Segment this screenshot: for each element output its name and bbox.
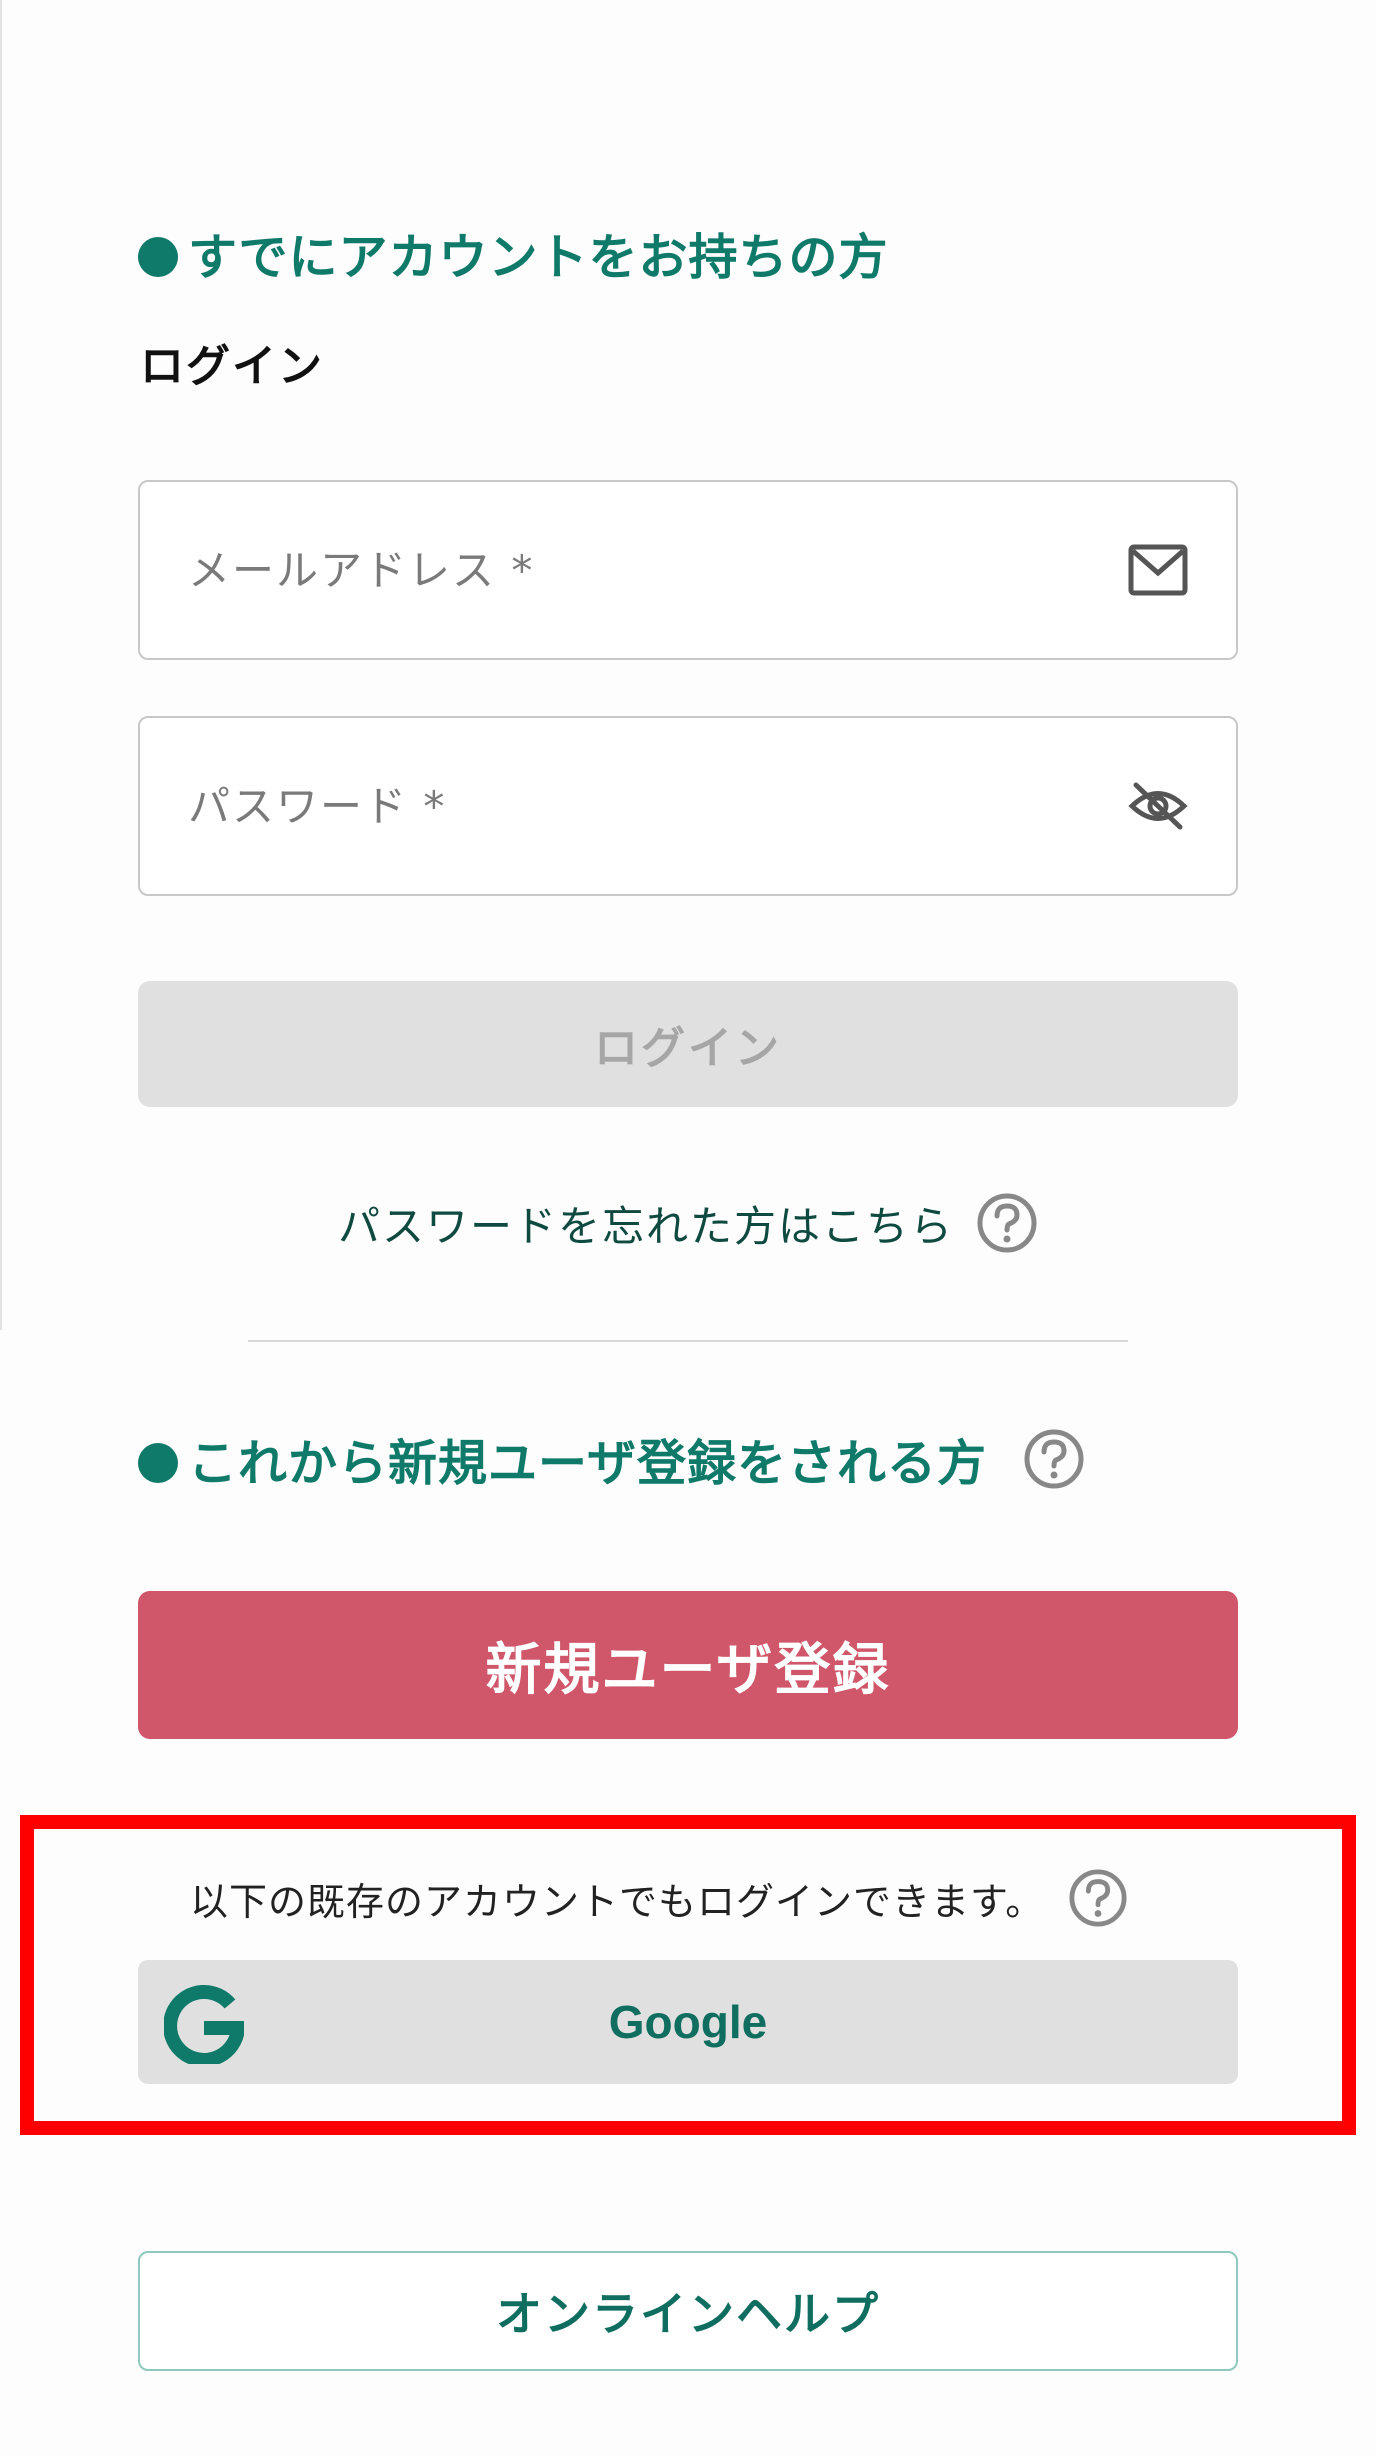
question-circle-icon[interactable]	[1023, 1428, 1085, 1490]
register-button[interactable]: 新規ユーザ登録	[138, 1591, 1238, 1739]
eye-off-icon[interactable]	[1128, 779, 1188, 833]
password-field	[138, 716, 1238, 896]
email-input[interactable]	[188, 482, 1088, 658]
question-circle-icon[interactable]	[976, 1192, 1038, 1254]
existing-account-title: すでにアカウントをお持ちの方	[188, 229, 889, 286]
google-login-button[interactable]: Google	[138, 1960, 1238, 2084]
question-circle-icon[interactable]	[1068, 1868, 1128, 1928]
google-button-label: Google	[608, 1996, 768, 2048]
new-user-title: これから新規ユーザ登録をされる方	[188, 1435, 988, 1492]
email-field	[138, 480, 1238, 660]
forgot-password-link[interactable]: パスワードを忘れた方はこちら	[338, 1193, 954, 1254]
existing-account-heading: すでにアカウントをお持ちの方	[138, 218, 889, 289]
sso-note-row: 以下の既存のアカウントでもログインできます。	[190, 1862, 1128, 1934]
password-input[interactable]	[188, 718, 1088, 894]
mail-icon	[1128, 544, 1188, 596]
login-subtitle: ログイン	[140, 341, 324, 392]
login-button[interactable]: ログイン	[138, 981, 1238, 1107]
bullet-dot	[138, 1443, 178, 1483]
online-help-button[interactable]: オンラインヘルプ	[138, 2251, 1238, 2371]
forgot-password-row: パスワードを忘れた方はこちら	[0, 1186, 1376, 1260]
bullet-dot	[138, 237, 178, 277]
section-divider	[248, 1340, 1128, 1342]
sso-note-text: 以下の既存のアカウントでもログインできます。	[190, 1879, 1045, 1924]
new-user-heading: これから新規ユーザ登録をされる方	[138, 1424, 1085, 1495]
left-edge-line	[0, 0, 2, 1330]
